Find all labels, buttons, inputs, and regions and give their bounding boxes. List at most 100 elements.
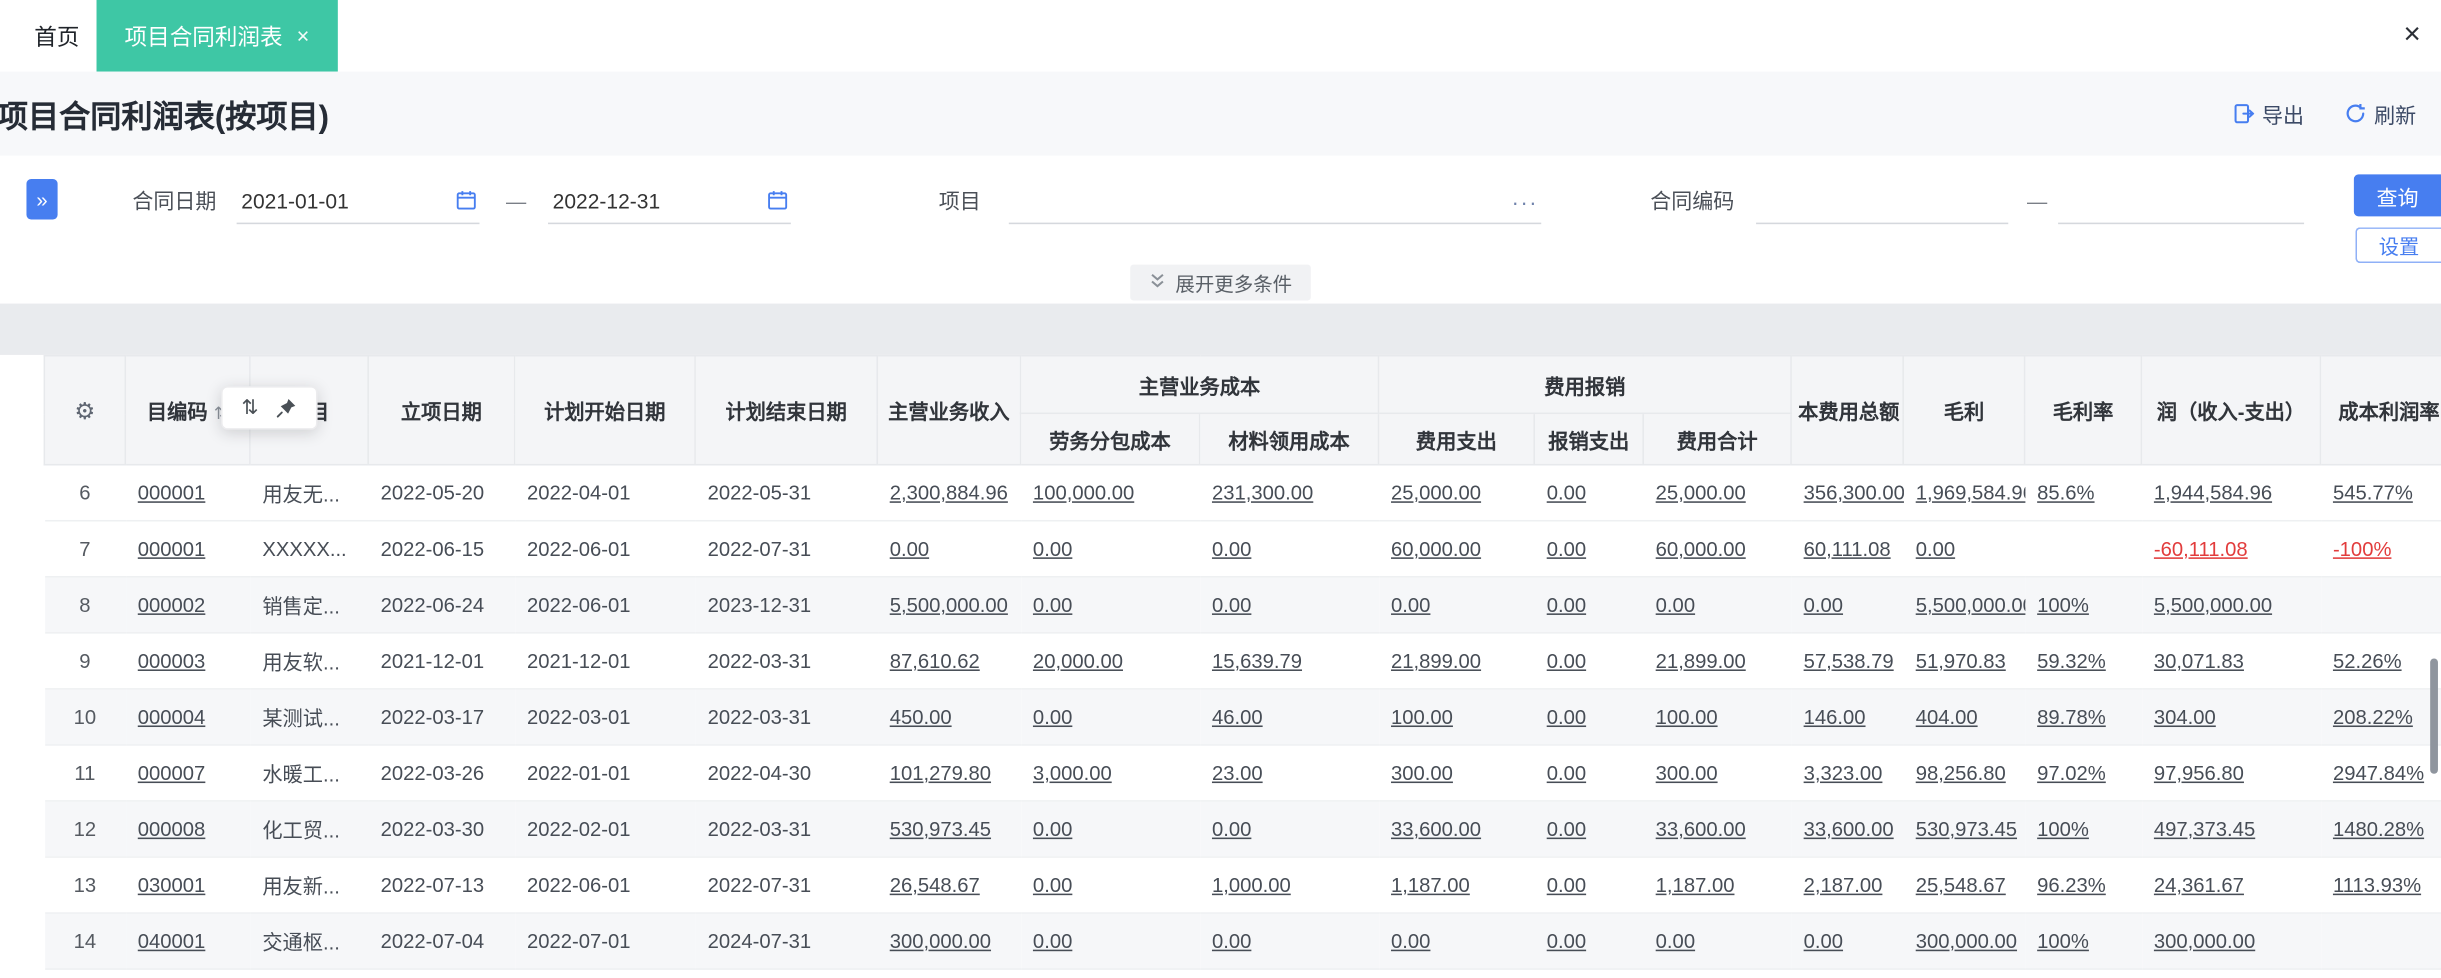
cell-code[interactable]: 000003 bbox=[125, 633, 250, 689]
cell-labor_cost[interactable]: 100,000.00 bbox=[1020, 465, 1199, 521]
cell-gross[interactable]: 98,256.80 bbox=[1903, 745, 2024, 801]
pin-icon[interactable] bbox=[275, 397, 297, 419]
cell-labor_cost[interactable]: 0.00 bbox=[1020, 689, 1199, 745]
col-header-labor-cost[interactable]: 劳务分包成本 bbox=[1020, 413, 1199, 464]
cell-cost_profit_rate[interactable]: 2947.84% bbox=[2320, 745, 2441, 801]
cell-expense_total[interactable]: 1,187.00 bbox=[1643, 857, 1791, 913]
cell-expense_pay[interactable]: 0.00 bbox=[1379, 577, 1535, 633]
cell-cost_profit_rate[interactable]: 1480.28% bbox=[2320, 801, 2441, 857]
cell-labor_cost[interactable]: 0.00 bbox=[1020, 577, 1199, 633]
cell-gross[interactable]: 1,969,584.96 bbox=[1903, 465, 2024, 521]
vertical-scrollbar[interactable] bbox=[2430, 659, 2438, 774]
cell-reimburse_pay[interactable]: 0.00 bbox=[1534, 801, 1643, 857]
cell-code[interactable]: 000007 bbox=[125, 745, 250, 801]
contract-code-from-input[interactable] bbox=[1756, 181, 2008, 225]
cell-profit[interactable]: 300,000.00 bbox=[2141, 913, 2320, 969]
cell-gross_rate[interactable]: 100% bbox=[2025, 577, 2142, 633]
cell-material_cost[interactable]: 0.00 bbox=[1200, 801, 1379, 857]
cell-gross_rate[interactable]: 85.6% bbox=[2025, 465, 2142, 521]
cell-material_cost[interactable]: 0.00 bbox=[1200, 577, 1379, 633]
cell-gross[interactable]: 300,000.00 bbox=[1903, 913, 2024, 969]
cell-code[interactable]: 040001 bbox=[125, 913, 250, 969]
cell-material_cost[interactable]: 15,639.79 bbox=[1200, 633, 1379, 689]
cell-profit[interactable]: 30,071.83 bbox=[2141, 633, 2320, 689]
cell-cost_total[interactable]: 33,600.00 bbox=[1791, 801, 1903, 857]
cell-cost_profit_rate[interactable]: 208.22% bbox=[2320, 689, 2441, 745]
window-close-icon[interactable]: × bbox=[2404, 16, 2421, 56]
cell-cost_total[interactable]: 3,323.00 bbox=[1791, 745, 1903, 801]
cell-cost_total[interactable]: 0.00 bbox=[1791, 913, 1903, 969]
cell-revenue[interactable]: 300,000.00 bbox=[877, 913, 1020, 969]
tab-close-icon[interactable]: × bbox=[297, 23, 310, 48]
cell-cost_profit_rate[interactable]: -100% bbox=[2320, 521, 2441, 577]
cell-labor_cost[interactable]: 0.00 bbox=[1020, 857, 1199, 913]
col-header-material-cost[interactable]: 材料领用成本 bbox=[1200, 413, 1379, 464]
cell-cost_profit_rate[interactable]: 1113.93% bbox=[2320, 857, 2441, 913]
contract-code-to-input[interactable] bbox=[2058, 181, 2304, 225]
sort-icon[interactable]: ⇅ bbox=[241, 395, 258, 420]
cell-expense_total[interactable]: 60,000.00 bbox=[1643, 521, 1791, 577]
cell-labor_cost[interactable]: 0.00 bbox=[1020, 801, 1199, 857]
cell-gross[interactable]: 25,548.67 bbox=[1903, 857, 2024, 913]
project-input[interactable]: ··· bbox=[1009, 181, 1541, 225]
cell-code[interactable]: 000001 bbox=[125, 465, 250, 521]
cell-gross[interactable]: 530,973.45 bbox=[1903, 801, 2024, 857]
cell-revenue[interactable]: 530,973.45 bbox=[877, 801, 1020, 857]
cell-expense_total[interactable]: 0.00 bbox=[1643, 577, 1791, 633]
cell-material_cost[interactable]: 23.00 bbox=[1200, 745, 1379, 801]
cell-expense_pay[interactable]: 21,899.00 bbox=[1379, 633, 1535, 689]
cell-profit[interactable]: 1,944,584.96 bbox=[2141, 465, 2320, 521]
cell-gross[interactable]: 404.00 bbox=[1903, 689, 2024, 745]
calendar-icon[interactable] bbox=[768, 189, 788, 214]
cell-gross_rate[interactable]: 97.02% bbox=[2025, 745, 2142, 801]
cell-labor_cost[interactable]: 0.00 bbox=[1020, 521, 1199, 577]
col-header-gross-rate[interactable]: 毛利率 bbox=[2025, 356, 2142, 465]
cell-expense_pay[interactable]: 300.00 bbox=[1379, 745, 1535, 801]
cell-cost_profit_rate[interactable]: 545.77% bbox=[2320, 465, 2441, 521]
calendar-icon[interactable] bbox=[456, 189, 476, 214]
cell-material_cost[interactable]: 0.00 bbox=[1200, 913, 1379, 969]
cell-reimburse_pay[interactable]: 0.00 bbox=[1534, 633, 1643, 689]
cell-reimburse_pay[interactable]: 0.00 bbox=[1534, 521, 1643, 577]
cell-cost_total[interactable]: 356,300.00 bbox=[1791, 465, 1903, 521]
cell-reimburse_pay[interactable]: 0.00 bbox=[1534, 465, 1643, 521]
col-header-gross[interactable]: 毛利 bbox=[1903, 356, 2024, 465]
cell-gross_rate[interactable]: 100% bbox=[2025, 801, 2142, 857]
col-header-cost-total[interactable]: 本费用总额 bbox=[1791, 356, 1903, 465]
cell-reimburse_pay[interactable]: 0.00 bbox=[1534, 689, 1643, 745]
query-button[interactable]: 查询 bbox=[2354, 174, 2441, 216]
cell-expense_pay[interactable]: 60,000.00 bbox=[1379, 521, 1535, 577]
col-header-expense-pay[interactable]: 费用支出 bbox=[1379, 413, 1535, 464]
cell-code[interactable]: 000008 bbox=[125, 801, 250, 857]
cell-expense_total[interactable]: 100.00 bbox=[1643, 689, 1791, 745]
cell-expense_pay[interactable]: 1,187.00 bbox=[1379, 857, 1535, 913]
cell-cost_total[interactable]: 57,538.79 bbox=[1791, 633, 1903, 689]
col-header-setup-date[interactable]: 立项日期 bbox=[368, 356, 514, 465]
cell-gross[interactable]: 0.00 bbox=[1903, 521, 2024, 577]
cell-revenue[interactable]: 87,610.62 bbox=[877, 633, 1020, 689]
cell-material_cost[interactable]: 1,000.00 bbox=[1200, 857, 1379, 913]
cell-gross_rate[interactable]: 59.32% bbox=[2025, 633, 2142, 689]
cell-gross_rate[interactable]: 100% bbox=[2025, 913, 2142, 969]
cell-code[interactable]: 030001 bbox=[125, 857, 250, 913]
sidebar-expand-button[interactable]: » bbox=[26, 179, 57, 219]
tab-home[interactable]: 首页 bbox=[12, 0, 101, 72]
cell-expense_total[interactable]: 21,899.00 bbox=[1643, 633, 1791, 689]
cell-revenue[interactable]: 5,500,000.00 bbox=[877, 577, 1020, 633]
cell-labor_cost[interactable]: 20,000.00 bbox=[1020, 633, 1199, 689]
cell-reimburse_pay[interactable]: 0.00 bbox=[1534, 857, 1643, 913]
cell-gross_rate[interactable]: 89.78% bbox=[2025, 689, 2142, 745]
col-header-reimburse-pay[interactable]: 报销支出 bbox=[1534, 413, 1643, 464]
col-header-cost-profit-rate[interactable]: 成本利润率 bbox=[2320, 356, 2441, 465]
column-settings-gear-icon[interactable]: ⚙ bbox=[44, 356, 125, 465]
date-from-input[interactable]: 2021-01-01 bbox=[237, 181, 480, 225]
col-header-plan-start[interactable]: 计划开始日期 bbox=[515, 356, 696, 465]
cell-material_cost[interactable]: 231,300.00 bbox=[1200, 465, 1379, 521]
cell-code[interactable]: 000001 bbox=[125, 521, 250, 577]
export-button[interactable]: 导出 bbox=[2232, 98, 2304, 129]
date-to-input[interactable]: 2022-12-31 bbox=[548, 181, 791, 225]
expand-more-conditions-button[interactable]: 展开更多条件 bbox=[1130, 265, 1311, 301]
cell-profit[interactable]: 497,373.45 bbox=[2141, 801, 2320, 857]
col-header-plan-end[interactable]: 计划结束日期 bbox=[695, 356, 877, 465]
cell-profit[interactable]: 97,956.80 bbox=[2141, 745, 2320, 801]
